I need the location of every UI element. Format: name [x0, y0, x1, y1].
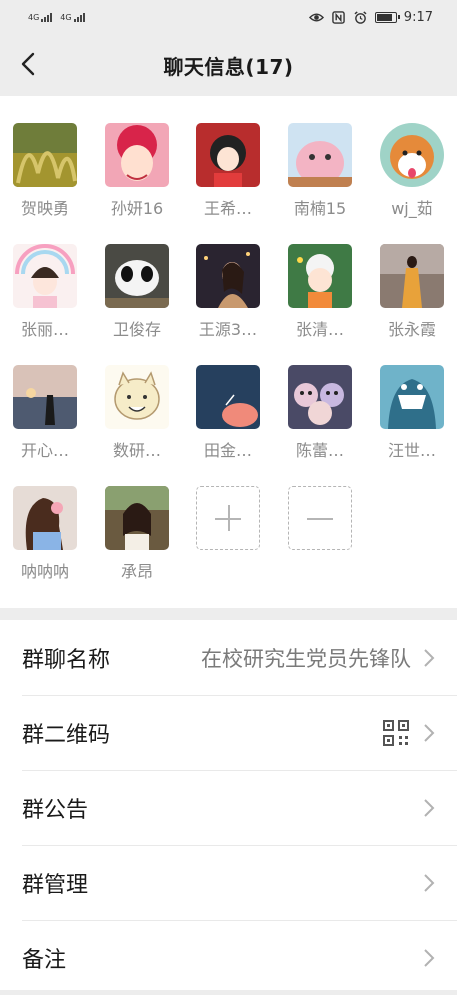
member-name: 陈蕾…	[295, 441, 344, 460]
member-item[interactable]: 呐呐呐	[5, 486, 85, 582]
member-item[interactable]: 南楠15	[280, 123, 360, 219]
member-item[interactable]: 张清…	[280, 244, 360, 340]
member-avatar	[288, 244, 352, 308]
member-name: 张丽…	[20, 320, 69, 339]
member-item[interactable]: 王源3…	[188, 244, 268, 340]
page-title: 聊天信息(17)	[163, 54, 294, 79]
member-name: 贺映勇	[20, 199, 69, 218]
network-type-label: 4G	[28, 12, 40, 22]
member-item[interactable]: wj_茹	[372, 123, 452, 219]
member-avatar	[380, 365, 444, 429]
member-avatar	[196, 365, 260, 429]
clock-time: 9:17	[403, 9, 433, 25]
member-item[interactable]: 张永霞	[372, 244, 452, 340]
nfc-icon	[332, 10, 345, 24]
member-grid: 贺映勇 孙妍16 王希… 南楠15 wj_茹 张丽… 卫俊存 王源3… 张清… …	[0, 96, 457, 608]
member-item[interactable]: 开心…	[5, 365, 85, 461]
member-name: wj_茹	[391, 199, 433, 218]
plus-icon	[196, 486, 260, 550]
member-avatar	[13, 365, 77, 429]
member-avatar	[13, 486, 77, 550]
announcement-label: 群公告	[22, 797, 89, 823]
chevron-right-icon	[424, 648, 435, 667]
status-bar: 4G 4G 9:17	[0, 0, 457, 34]
qr-code-row[interactable]: 群二维码	[0, 695, 457, 770]
group-name-row[interactable]: 群聊名称 在校研究生党员先锋队	[0, 620, 457, 695]
add-member-button[interactable]	[188, 486, 268, 550]
member-avatar	[105, 486, 169, 550]
back-button[interactable]	[14, 50, 42, 78]
member-item[interactable]: 汪世…	[372, 365, 452, 461]
qr-code-icon	[383, 719, 409, 746]
group-name-value: 在校研究生党员先锋队	[201, 646, 411, 671]
remark-label: 备注	[22, 947, 67, 973]
member-item[interactable]: 田金…	[188, 365, 268, 461]
chevron-right-icon	[424, 798, 435, 817]
settings-list: 群聊名称 在校研究生党员先锋队 群二维码 群公告 群管理 备注	[0, 620, 457, 990]
member-name: 张清…	[295, 320, 344, 339]
group-name-label: 群聊名称	[22, 647, 111, 673]
member-avatar	[380, 244, 444, 308]
management-row[interactable]: 群管理	[0, 845, 457, 920]
member-avatar	[105, 365, 169, 429]
battery-icon	[374, 11, 400, 23]
member-avatar	[105, 244, 169, 308]
member-name: 呐呐呐	[20, 562, 69, 581]
chevron-left-icon	[21, 52, 35, 76]
chevron-right-icon	[424, 873, 435, 892]
announcement-row[interactable]: 群公告	[0, 770, 457, 845]
member-avatar	[288, 365, 352, 429]
signal-icon: 4G	[28, 12, 53, 22]
remove-member-button[interactable]	[280, 486, 360, 550]
member-name: 开心…	[20, 441, 69, 460]
member-name: 王源3…	[198, 320, 258, 339]
management-label: 群管理	[22, 872, 89, 898]
member-name: 数研…	[112, 441, 161, 460]
network-type-label: 4G	[60, 12, 72, 22]
member-name: 卫俊存	[112, 320, 161, 339]
remark-row[interactable]: 备注	[0, 920, 457, 995]
chevron-right-icon	[424, 948, 435, 967]
member-item[interactable]: 贺映勇	[5, 123, 85, 219]
signal-icon: 4G	[60, 12, 85, 22]
member-item[interactable]: 陈蕾…	[280, 365, 360, 461]
member-avatar	[105, 123, 169, 187]
member-item[interactable]: 王希…	[188, 123, 268, 219]
member-avatar	[288, 123, 352, 187]
member-item[interactable]: 卫俊存	[97, 244, 177, 340]
member-name: 南楠15	[293, 199, 347, 218]
alarm-icon	[354, 10, 367, 24]
member-name: 张永霞	[387, 320, 436, 339]
member-name: 王希…	[203, 199, 252, 218]
member-item[interactable]: 张丽…	[5, 244, 85, 340]
member-name: 汪世…	[387, 441, 436, 460]
member-avatar	[13, 244, 77, 308]
eye-icon	[308, 13, 324, 21]
navigation-bar: 聊天信息(17)	[0, 34, 457, 96]
member-name: 孙妍16	[110, 199, 164, 218]
member-name: 田金…	[203, 441, 252, 460]
member-avatar	[380, 123, 444, 187]
minus-icon	[288, 486, 352, 550]
member-avatar	[196, 244, 260, 308]
member-avatar	[196, 123, 260, 187]
member-avatar	[13, 123, 77, 187]
member-item[interactable]: 承昂	[97, 486, 177, 582]
member-item[interactable]: 孙妍16	[97, 123, 177, 219]
member-name: 承昂	[120, 562, 153, 581]
signal-indicators: 4G 4G	[28, 12, 85, 22]
member-item[interactable]: 数研…	[97, 365, 177, 461]
chevron-right-icon	[424, 723, 435, 742]
qr-code-label: 群二维码	[22, 722, 111, 748]
